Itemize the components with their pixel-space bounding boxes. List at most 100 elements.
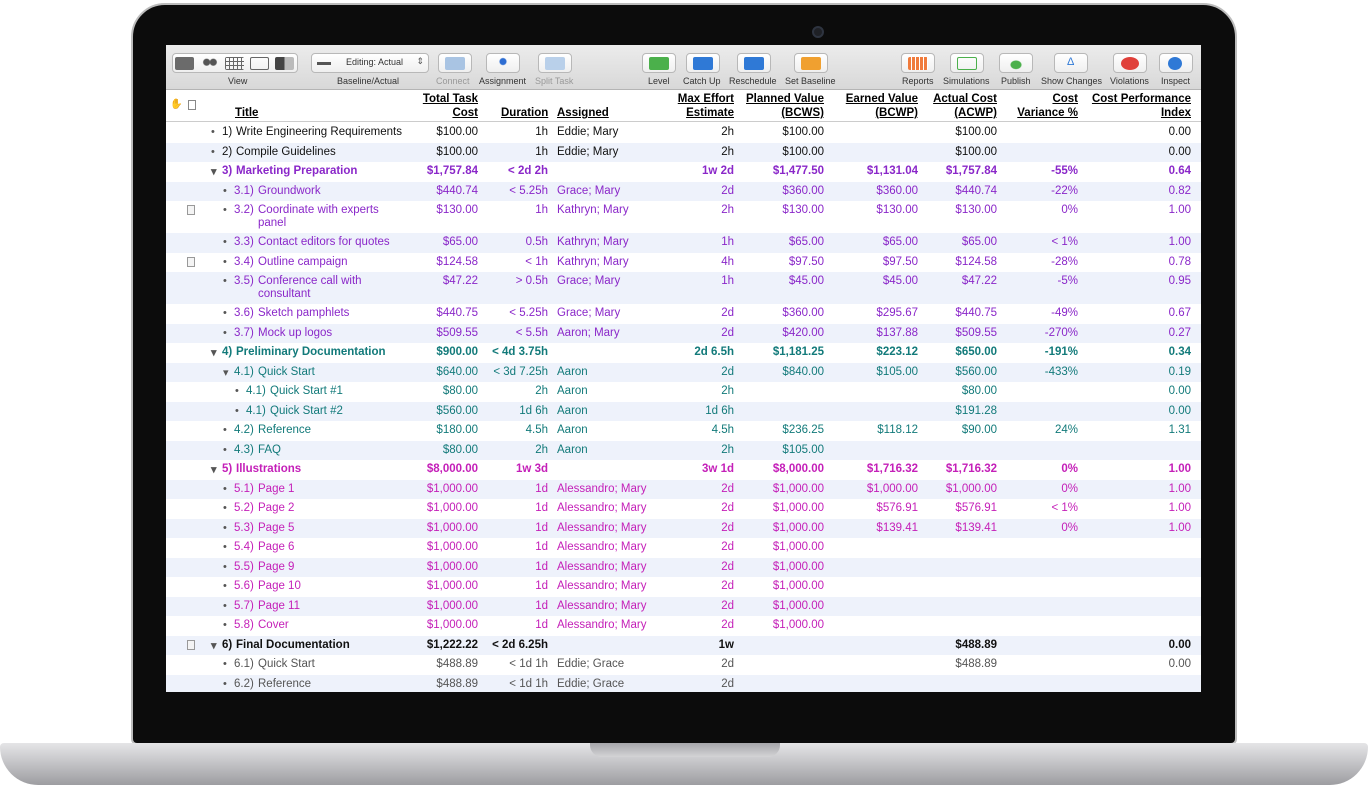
note-icon[interactable] [187, 639, 195, 650]
table-row[interactable]: • 6.1) Quick Start $488.89 < 1d 1h Eddie; Gra… [166, 655, 1201, 675]
col-duration[interactable]: Duration [501, 106, 548, 120]
table-row[interactable]: • 3.1) Groundwork $440.74 < 5.25h Grace; Mary… [166, 181, 1201, 201]
table-row[interactable]: • 3.2) Coordinate with experts panel $130.00… [166, 201, 1201, 233]
table-row[interactable]: ▾ 4) Preliminary Documentation $900.00 < 4d … [166, 343, 1201, 363]
total-task-cost: $1,000.00 [426, 599, 478, 612]
publish-button[interactable] [999, 53, 1033, 73]
styles-view-icon[interactable] [275, 57, 294, 70]
col-cpi[interactable]: Cost Performance Index [1078, 92, 1191, 120]
network-view-icon[interactable] [250, 57, 269, 70]
disclosure-triangle-icon[interactable]: ▾ [211, 165, 217, 178]
view-switcher[interactable] [172, 53, 298, 73]
actual-cost: $47.22 [961, 275, 997, 287]
total-task-cost: $440.74 [436, 184, 478, 197]
table-row[interactable]: • 6.2) Reference $488.89 < 1d 1h Eddie; Grace… [166, 674, 1201, 692]
violations-button[interactable] [1113, 53, 1147, 73]
table-row[interactable]: • 5.4) Page 6 $1,000.00 1d Alessandro; Mary 2d… [166, 538, 1201, 558]
task-number: 4) [222, 346, 233, 358]
table-row[interactable]: ▾ 4.1) Quick Start $640.00 < 3d 7.25h Aaron 2d… [166, 362, 1201, 382]
level-icon [649, 57, 669, 70]
resource-view-icon[interactable] [200, 57, 219, 70]
duration: 2h [535, 385, 548, 397]
set-baseline-button[interactable] [794, 53, 828, 73]
reschedule-button[interactable] [737, 53, 771, 73]
table-row[interactable]: • 1) Write Engineering Requirements $100.00… [166, 123, 1201, 143]
col-assigned[interactable]: Assigned [557, 106, 609, 120]
planned-value: $8,000.00 [772, 463, 824, 475]
reports-button[interactable] [901, 53, 935, 73]
split-task-button[interactable] [538, 53, 572, 73]
table-row[interactable]: • 5.6) Page 10 $1,000.00 1d Alessandro; Mary 2… [166, 577, 1201, 597]
toolbar: View Editing: Actual ⇕ Baseline/Actual C… [166, 45, 1201, 90]
col-total-cost[interactable]: Total Task Cost [406, 92, 478, 120]
cost-variance: -433% [1044, 365, 1078, 378]
duration: < 2d 6.25h [492, 638, 548, 651]
disclosure-triangle-icon[interactable]: ▾ [223, 366, 229, 379]
inspect-button[interactable] [1159, 53, 1193, 73]
table-row[interactable]: • 5.8) Cover $1,000.00 1d Alessandro; Mary 2d $… [166, 616, 1201, 636]
col-earned-value[interactable]: Earned Value (BCWP) [826, 92, 918, 120]
planned-value: $236.25 [782, 424, 824, 436]
simulations-button[interactable] [950, 53, 984, 73]
cost-variance: 0% [1061, 521, 1078, 534]
table-row[interactable]: • 5.7) Page 11 $1,000.00 1d Alessandro; Mary 2… [166, 596, 1201, 616]
table-row[interactable]: • 5.2) Page 2 $1,000.00 1d Alessandro; Mary 2d… [166, 499, 1201, 519]
task-number: 2) [222, 145, 233, 158]
cost-performance-index: 0.27 [1168, 326, 1191, 339]
cost-variance: 0% [1061, 204, 1078, 216]
planned-value: $1,000.00 [772, 521, 824, 534]
max-effort-estimate: 4h [721, 255, 734, 268]
assigned: Aaron [557, 404, 588, 417]
table-row[interactable]: • 5.3) Page 5 $1,000.00 1d Alessandro; Mary 2d… [166, 518, 1201, 538]
table-row[interactable]: ▾ 3) Marketing Preparation $1,757.84 < 2d 2h… [166, 162, 1201, 182]
assigned: Alessandro; Mary [557, 482, 647, 495]
table-row[interactable]: • 3.4) Outline campaign $124.58 < 1h Kathryn;… [166, 253, 1201, 273]
assigned: Aaron [557, 424, 588, 436]
table-row[interactable]: • 5.1) Page 1 $1,000.00 1d Alessandro; Mary 2d… [166, 479, 1201, 499]
task-title: Quick Start #1 [270, 385, 343, 397]
task-title: Page 5 [258, 521, 295, 534]
col-planned-value[interactable]: Planned Value (BCWS) [734, 92, 824, 120]
actual-cost: $650.00 [955, 346, 997, 358]
table-row[interactable]: • 3.7) Mock up logos $509.55 < 5.5h Aaron; Ma… [166, 323, 1201, 343]
show-changes-button[interactable]: Δ [1054, 53, 1088, 73]
note-icon[interactable] [187, 205, 195, 215]
col-cost-variance[interactable]: Cost Variance % [997, 92, 1078, 120]
baseline-label: Baseline/Actual [337, 76, 400, 86]
max-effort-estimate: 2d 6.5h [694, 346, 734, 358]
col-cv-line2: Variance % [1017, 107, 1078, 119]
table-row[interactable]: • 3.5) Conference call with consultant $47.2… [166, 272, 1201, 304]
calendar-view-icon[interactable] [225, 57, 244, 70]
catch-up-button[interactable] [686, 53, 720, 73]
gantt-view-icon[interactable] [175, 57, 194, 70]
assignment-button[interactable] [486, 53, 520, 73]
col-max-effort[interactable]: Max Effort Estimate [656, 92, 734, 120]
connect-button[interactable] [438, 53, 472, 73]
table-row[interactable]: • 2) Compile Guidelines $100.00 1h Eddie; Mar… [166, 142, 1201, 162]
note-icon[interactable] [187, 256, 195, 267]
disclosure-triangle-icon[interactable]: ▾ [211, 346, 217, 359]
table-row[interactable]: • 4.3) FAQ $80.00 2h Aaron 2h $105.00 [166, 440, 1201, 460]
disclosure-triangle-icon[interactable]: ▾ [211, 639, 217, 652]
task-number: 5.4) [234, 541, 254, 553]
table-row[interactable]: • 3.6) Sketch pamphlets $440.75 < 5.25h Grace… [166, 304, 1201, 324]
baseline-actual-select[interactable]: Editing: Actual ⇕ [311, 53, 429, 73]
table-row[interactable]: ▾ 5) Illustrations $8,000.00 1w 3d 3w 1d $8,00… [166, 460, 1201, 480]
camera-icon [812, 26, 824, 38]
disclosure-triangle-icon[interactable]: ▾ [211, 463, 217, 476]
max-effort-estimate: 2d [721, 502, 734, 514]
outline-table: ✋ Title Total Task Cost Duration Assigned… [166, 90, 1201, 692]
col-title[interactable]: Title [235, 106, 258, 120]
table-row[interactable]: • 4.2) Reference $180.00 4.5h Aaron 4.5h $236.2… [166, 421, 1201, 441]
table-row[interactable]: • 3.3) Contact editors for quotes $65.00 0.5… [166, 233, 1201, 253]
total-task-cost: $8,000.00 [426, 463, 478, 475]
table-row[interactable]: • 4.1) Quick Start #2 $560.00 1d 6h Aaron 1d 6… [166, 401, 1201, 421]
table-row[interactable]: • 4.1) Quick Start #1 $80.00 2h Aaron 2h $80.00… [166, 382, 1201, 402]
table-row[interactable]: ▾ 6) Final Documentation $1,222.22 < 2d 6.25… [166, 635, 1201, 655]
planned-value: $97.50 [788, 255, 824, 268]
max-effort-estimate: 2d [721, 619, 734, 631]
col-actual-cost[interactable]: Actual Cost (ACWP) [918, 92, 997, 120]
actual-cost: $1,757.84 [945, 165, 997, 177]
level-button[interactable] [642, 53, 676, 73]
table-row[interactable]: • 5.5) Page 9 $1,000.00 1d Alessandro; Mary 2d… [166, 557, 1201, 577]
